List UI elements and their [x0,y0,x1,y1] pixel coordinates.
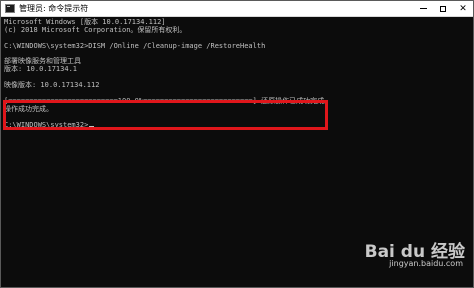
maximize-icon [440,5,446,12]
cmd-app-icon [5,4,15,13]
progress-line: [==========================100.0%=======… [4,96,332,105]
minimize-button[interactable] [413,1,433,16]
console-line: 映像版本: 10.0.17134.112 [4,81,100,90]
vertical-scrollbar[interactable] [464,17,473,287]
console-line: 版本: 10.0.17134.1 [4,65,78,74]
close-button[interactable]: ✕ [453,1,473,16]
console-line: C:\WINDOWS\system32>DISM /Online /Cleanu… [4,41,266,50]
prompt-line: C:\WINDOWS\system32> [4,120,465,130]
console-line: (c) 2018 Microsoft Corporation。保留所有权利。 [4,25,187,34]
watermark-url: jingyan.baidu.com [389,259,463,268]
baidu-jingyan-watermark: Bai du 经验 jingyan.baidu.com [365,237,465,285]
window-title: 管理员: 命令提示符 [19,4,89,13]
text-cursor [89,125,95,127]
title-bar[interactable]: 管理员: 命令提示符 ✕ [1,1,473,17]
window-controls: ✕ [413,1,473,16]
close-icon: ✕ [459,3,467,14]
minimize-icon [419,8,427,9]
command-prompt-window: 管理员: 命令提示符 ✕ Microsoft Windows [版本 10.0.… [0,0,474,288]
prompt-text: C:\WINDOWS\system32> [4,120,89,129]
maximize-button[interactable] [433,1,453,16]
success-line: 操作成功完成。 [4,104,53,113]
